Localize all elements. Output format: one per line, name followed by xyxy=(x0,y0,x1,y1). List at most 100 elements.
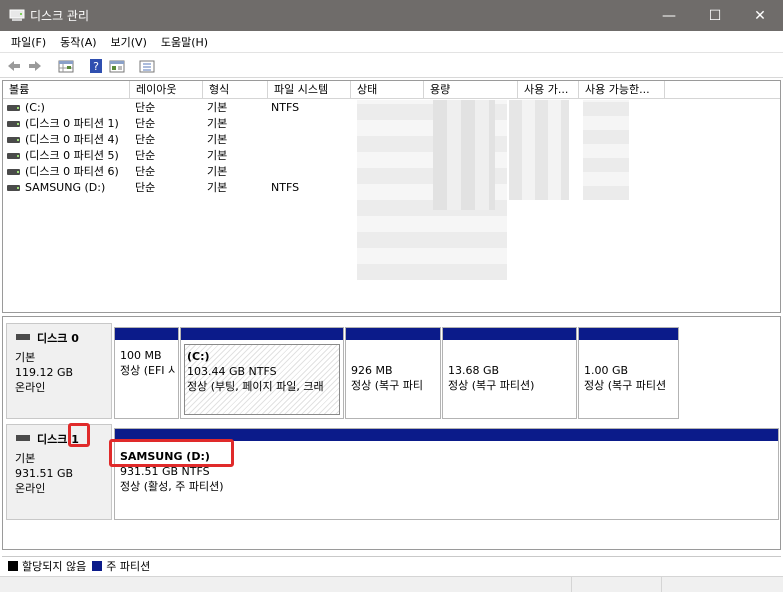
disk-name-prefix: 디스크 xyxy=(37,433,72,446)
partition-bar xyxy=(346,328,440,340)
legend-label-unallocated: 할당되지 않음 xyxy=(22,560,87,573)
partition-efi[interactable]: 100 MB 정상 (EFI 시 xyxy=(114,327,179,419)
volume-layout: 단순 xyxy=(135,117,156,130)
disk-status: 온라인 xyxy=(15,482,46,495)
partition-body-selected: (C:) 103.44 GB NTFS 정상 (부팅, 페이지 파일, 크래 xyxy=(184,344,340,415)
list-view-icon[interactable] xyxy=(139,58,155,74)
volume-layout: 단순 xyxy=(135,181,156,194)
volume-list-header: 볼륨 레이아웃 형식 파일 시스템 상태 용량 사용 가... 사용 가능한..… xyxy=(3,81,780,99)
partition-c[interactable]: (C:) 103.44 GB NTFS 정상 (부팅, 페이지 파일, 크래 xyxy=(180,327,344,419)
column-header-volume[interactable]: 볼륨 xyxy=(3,81,130,99)
redacted-free-space xyxy=(509,100,569,200)
column-header-capacity[interactable]: 용량 xyxy=(424,81,518,99)
disk-icon xyxy=(16,435,30,441)
volume-icon xyxy=(7,169,20,175)
disk-size: 931.51 GB xyxy=(15,467,74,480)
volume-icon xyxy=(7,105,20,111)
highlight-disk-number xyxy=(68,423,90,447)
partition-body: 100 MB 정상 (EFI 시 xyxy=(118,344,175,415)
volume-type: 기본 xyxy=(207,117,228,130)
partition-size: 926 MB xyxy=(351,364,393,377)
disk-name: 디스크 0 xyxy=(37,332,79,345)
partition-size: 13.68 GB xyxy=(448,364,500,377)
volume-icon xyxy=(7,137,20,143)
volume-icon xyxy=(7,185,20,191)
properties-grid-icon[interactable] xyxy=(58,58,74,74)
column-header-layout[interactable]: 레이아웃 xyxy=(130,81,203,99)
close-button[interactable]: ✕ xyxy=(737,0,783,31)
volume-layout: 단순 xyxy=(135,133,156,146)
column-header-type[interactable]: 형식 xyxy=(203,81,268,99)
volume-layout: 단순 xyxy=(135,149,156,162)
disk-0-label[interactable]: 디스크 0 기본 119.12 GB 온라인 xyxy=(6,323,112,419)
partition-body: 926 MB 정상 (복구 파티 xyxy=(349,344,437,415)
menu-action[interactable]: 동작(A) xyxy=(53,34,103,50)
partition-recovery-3[interactable]: 1.00 GB 정상 (복구 파티션 xyxy=(578,327,679,419)
partition-status: 정상 (복구 파티 xyxy=(351,379,424,392)
column-header-percent-free[interactable]: 사용 가능한... xyxy=(579,81,665,99)
disk-management-app-icon xyxy=(9,9,25,21)
maximize-icon: ☐ xyxy=(708,7,722,24)
partition-recovery-2[interactable]: 13.68 GB 정상 (복구 파티션) xyxy=(442,327,577,419)
partition-bar xyxy=(115,328,178,340)
partition-size: 1.00 GB xyxy=(584,364,629,377)
title-bar: 디스크 관리 — ☐ ✕ xyxy=(0,0,783,31)
minimize-icon: — xyxy=(662,7,676,24)
partition-bar xyxy=(443,328,576,340)
partition-status: 정상 (복구 파티션 xyxy=(584,379,667,392)
partition-size: 100 MB xyxy=(120,349,162,362)
partition-status: 정상 (부팅, 페이지 파일, 크래 xyxy=(187,380,324,393)
volume-filesystem: NTFS xyxy=(271,101,300,114)
partition-status: 정상 (활성, 주 파티션) xyxy=(120,480,224,493)
volume-type: 기본 xyxy=(207,149,228,162)
highlight-partition-name xyxy=(109,439,234,467)
menu-bar: 파일(F) 동작(A) 보기(V) 도움말(H) xyxy=(0,31,783,52)
partition-bar xyxy=(579,328,678,340)
disk-1-label[interactable]: 디스크 1 기본 931.51 GB 온라인 xyxy=(6,424,112,520)
column-header-free-space[interactable]: 사용 가... xyxy=(518,81,579,99)
disk-kind: 기본 xyxy=(15,452,36,465)
window-title: 디스크 관리 xyxy=(30,9,90,23)
volume-layout: 단순 xyxy=(135,101,156,114)
status-bar xyxy=(0,576,783,592)
volume-name: (디스크 0 파티션 1) xyxy=(25,117,119,130)
legend-swatch-unallocated xyxy=(8,561,18,571)
svg-text:?: ? xyxy=(93,60,99,73)
forward-arrow-icon[interactable] xyxy=(27,58,43,74)
partition-status: 정상 (EFI 시 xyxy=(120,364,175,377)
column-header-status[interactable]: 상태 xyxy=(351,81,424,99)
volume-type: 기본 xyxy=(207,101,228,114)
minimize-button[interactable]: — xyxy=(646,0,692,31)
volume-list: 볼륨 레이아웃 형식 파일 시스템 상태 용량 사용 가... 사용 가능한..… xyxy=(2,80,781,313)
console-view-icon[interactable] xyxy=(109,58,125,74)
volume-name: (디스크 0 파티션 6) xyxy=(25,165,119,178)
disk-status: 온라인 xyxy=(15,381,46,394)
close-icon: ✕ xyxy=(754,7,766,24)
partition-body: 13.68 GB 정상 (복구 파티션) xyxy=(446,344,573,415)
volume-type: 기본 xyxy=(207,165,228,178)
menu-view[interactable]: 보기(V) xyxy=(104,34,154,50)
volume-icon xyxy=(7,153,20,159)
redacted-percent-free xyxy=(583,100,629,200)
volume-layout: 단순 xyxy=(135,165,156,178)
legend: 할당되지 않음 주 파티션 xyxy=(2,556,781,575)
partition-status: 정상 (복구 파티션) xyxy=(448,379,535,392)
disk-icon xyxy=(16,334,30,340)
back-arrow-icon[interactable] xyxy=(6,58,22,74)
status-segment xyxy=(661,577,783,592)
volume-name: (C:) xyxy=(25,101,45,114)
disk-kind: 기본 xyxy=(15,351,36,364)
menu-help[interactable]: 도움말(H) xyxy=(154,34,215,50)
maximize-button[interactable]: ☐ xyxy=(692,0,738,31)
volume-icon xyxy=(7,121,20,127)
volume-filesystem: NTFS xyxy=(271,181,300,194)
menu-file[interactable]: 파일(F) xyxy=(4,34,53,50)
status-segment xyxy=(571,577,661,592)
partition-recovery-1[interactable]: 926 MB 정상 (복구 파티 xyxy=(345,327,441,419)
help-icon[interactable]: ? xyxy=(88,58,104,74)
volume-type: 기본 xyxy=(207,181,228,194)
column-header-filesystem[interactable]: 파일 시스템 xyxy=(268,81,351,99)
disk-graphical-view: 디스크 0 기본 119.12 GB 온라인 100 MB 정상 (EFI 시 … xyxy=(2,316,781,550)
toolbar: ? xyxy=(0,52,783,78)
legend-swatch-primary xyxy=(92,561,103,571)
